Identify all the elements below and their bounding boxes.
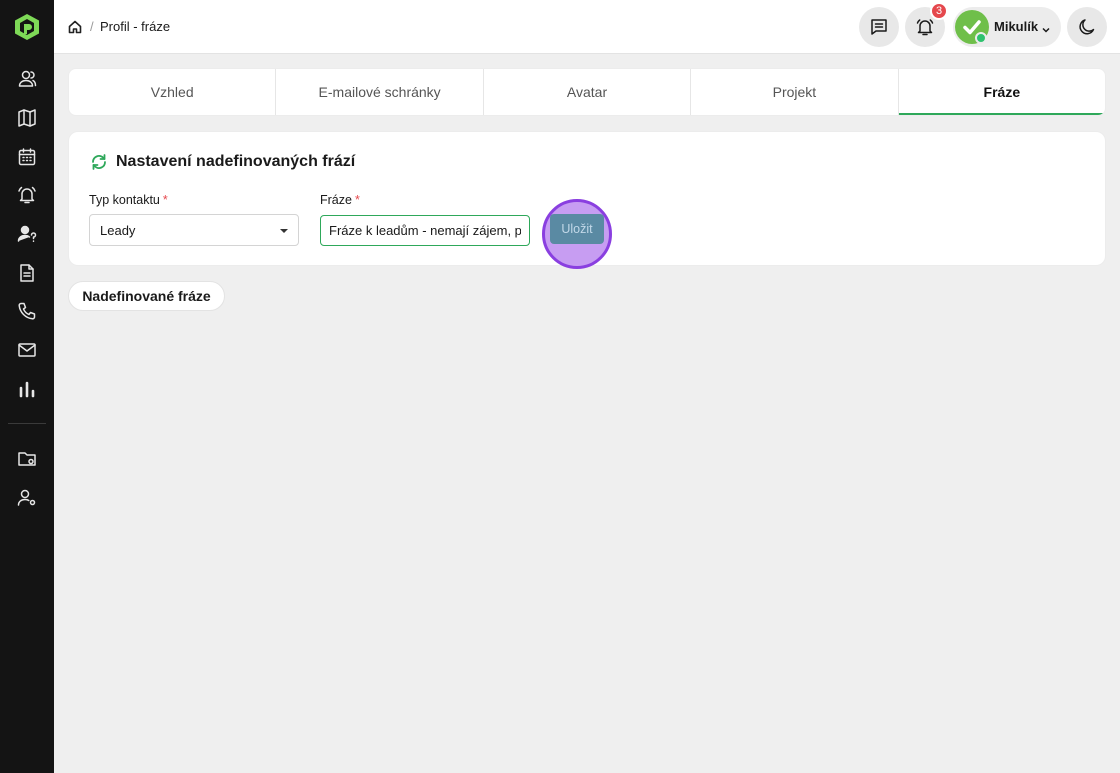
chevron-down-icon <box>1041 22 1051 33</box>
phrase-label: Fráze * <box>320 193 360 207</box>
user-menu[interactable]: Mikulík <box>953 7 1061 47</box>
tab-fraze[interactable]: Fráze <box>898 69 1105 115</box>
top-header: / Profil - fráze 3 Mikulík <box>54 0 1120 54</box>
tab-avatar[interactable]: Avatar <box>484 69 692 115</box>
contact-type-value: Leady <box>100 223 136 238</box>
bell-alert-icon[interactable] <box>17 185 37 205</box>
phrase-input[interactable] <box>320 215 530 246</box>
sidebar <box>0 0 54 773</box>
card-title: Nastavení nadefinovaných frází <box>116 153 356 170</box>
mail-icon[interactable] <box>17 340 37 360</box>
bar-chart-icon[interactable] <box>17 379 37 399</box>
breadcrumb-separator: / <box>90 19 94 34</box>
save-button[interactable]: Uložit <box>550 214 604 244</box>
contact-type-label: Typ kontaktu * <box>89 193 168 207</box>
refresh-icon <box>89 152 109 172</box>
phrase-settings-card: Nastavení nadefinovaných frází Typ konta… <box>68 131 1106 269</box>
settings-tabs: Vzhled E-mailové schránky Avatar Projekt… <box>68 68 1106 116</box>
caret-down-icon <box>280 229 288 233</box>
contact-type-select[interactable]: Leady <box>89 214 299 246</box>
sidebar-divider <box>8 423 46 424</box>
tab-email-mailboxes[interactable]: E-mailové schránky <box>276 69 484 115</box>
calendar-icon[interactable] <box>17 147 37 167</box>
notification-badge: 3 <box>930 2 948 20</box>
defined-phrases-heading[interactable]: Nadefinované fráze <box>68 281 225 311</box>
map-icon[interactable] <box>17 108 37 128</box>
app-logo[interactable] <box>14 13 40 41</box>
online-status-dot <box>975 32 987 44</box>
chat-icon <box>869 17 889 37</box>
user-question-icon[interactable] <box>17 224 37 244</box>
user-settings-icon[interactable] <box>17 488 37 508</box>
bell-icon <box>915 17 935 37</box>
moon-icon <box>1077 17 1097 37</box>
users-icon[interactable] <box>17 69 37 89</box>
home-icon[interactable] <box>68 20 82 34</box>
tab-projekt[interactable]: Projekt <box>691 69 899 115</box>
tab-vzhled[interactable]: Vzhled <box>69 69 277 115</box>
theme-toggle-button[interactable] <box>1067 7 1107 47</box>
folder-settings-icon[interactable] <box>17 449 37 469</box>
phone-icon[interactable] <box>17 301 37 321</box>
chat-button[interactable] <box>859 7 899 47</box>
page-title: Profil - fráze <box>100 19 171 34</box>
document-icon[interactable] <box>17 263 37 283</box>
user-name: Mikulík <box>994 19 1039 34</box>
